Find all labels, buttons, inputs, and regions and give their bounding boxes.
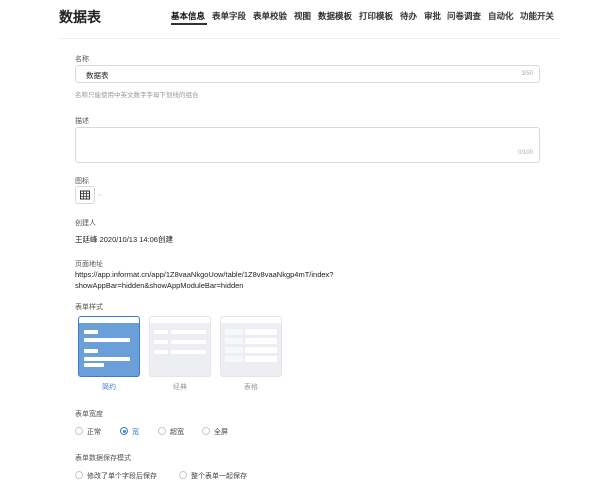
width-normal-radio[interactable] <box>75 427 83 435</box>
table-icon <box>80 190 90 200</box>
width-wide-label[interactable]: 宽 <box>132 427 139 437</box>
width-extra-wide-label[interactable]: 超宽 <box>170 427 184 437</box>
style-label-table[interactable]: 表格 <box>220 382 282 392</box>
icon-picker[interactable] <box>75 186 95 204</box>
active-tab-indicator <box>171 23 207 25</box>
name-input-value: 数据表 <box>86 71 109 80</box>
style-label-simple[interactable]: 简约 <box>78 382 140 392</box>
style-card-simple[interactable] <box>78 316 140 377</box>
top-header: 数据表 基本信息 表单字段 表单校验 视图 数据模板 打印模板 待办 审批 问卷… <box>0 0 594 34</box>
style-card-classic[interactable] <box>149 316 211 377</box>
chevron-down-icon[interactable]: ⌄ <box>97 191 102 198</box>
save-whole-form-label[interactable]: 整个表单一起保存 <box>191 471 247 481</box>
save-whole-form-radio[interactable] <box>179 471 187 479</box>
name-label: 名称 <box>75 56 89 63</box>
tab-basic-info[interactable]: 基本信息 <box>171 10 205 22</box>
tab-form-validation[interactable]: 表单校验 <box>253 10 287 22</box>
page-url-label: 页面地址 <box>75 261 103 268</box>
creator-value: 王廷峰 2020/10/13 14:06创建 <box>75 235 173 244</box>
page-url-line1[interactable]: https://app.informat.cn/app/1Z8vaaNkgoUo… <box>75 270 333 279</box>
save-per-field-radio[interactable] <box>75 471 83 479</box>
width-normal-label[interactable]: 正常 <box>87 427 101 437</box>
tab-form-fields[interactable]: 表单字段 <box>212 10 246 22</box>
header-divider <box>59 38 559 39</box>
tab-approval[interactable]: 审批 <box>424 10 441 22</box>
form-style-label: 表单样式 <box>75 304 103 311</box>
tab-print-template[interactable]: 打印模板 <box>359 10 393 22</box>
icon-label: 图标 <box>75 178 89 185</box>
tab-automation[interactable]: 自动化 <box>488 10 514 22</box>
width-fullscreen-radio[interactable] <box>202 427 210 435</box>
description-label: 描述 <box>75 118 89 125</box>
style-card-table[interactable] <box>220 316 282 377</box>
creator-label: 创建人 <box>75 220 96 227</box>
tab-view[interactable]: 视图 <box>294 10 311 22</box>
description-textarea[interactable]: 0/100 <box>75 127 540 163</box>
width-wide-radio[interactable] <box>120 427 128 435</box>
name-char-counter: 3/50 <box>521 71 533 77</box>
width-extra-wide-radio[interactable] <box>158 427 166 435</box>
width-fullscreen-label[interactable]: 全屏 <box>214 427 228 437</box>
tab-survey[interactable]: 问卷调查 <box>447 10 481 22</box>
page-url-line2[interactable]: showAppBar=hidden&showAppModuleBar=hidde… <box>75 281 243 290</box>
form-width-label: 表单宽度 <box>75 411 103 418</box>
tab-feature-switch[interactable]: 功能开关 <box>520 10 554 22</box>
name-hint: 名称只能使用中英文数字字母下划线的组合 <box>75 92 199 99</box>
page-title: 数据表 <box>59 9 101 25</box>
save-mode-label: 表单数据保存模式 <box>75 455 131 462</box>
name-input[interactable]: 数据表 3/50 <box>75 65 540 83</box>
description-char-counter: 0/100 <box>517 150 533 156</box>
tab-data-template[interactable]: 数据模板 <box>318 10 352 22</box>
style-label-classic[interactable]: 经典 <box>149 382 211 392</box>
tab-todo[interactable]: 待办 <box>400 10 417 22</box>
save-per-field-label[interactable]: 修改了单个字段后保存 <box>87 471 157 481</box>
